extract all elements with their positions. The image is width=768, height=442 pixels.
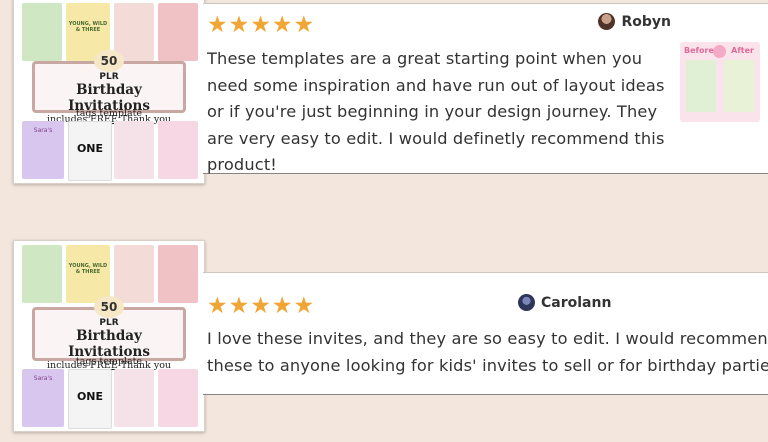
review-text: I love these invites, and they are so ea… bbox=[207, 329, 768, 375]
before-label: Before bbox=[684, 46, 714, 55]
product-image-2[interactable]: YOUNG, WILD & THREE 50 PLR Birthday Invi… bbox=[13, 240, 205, 432]
invitation-collage-bottom: Sara's ONE bbox=[22, 369, 202, 429]
reviewer-name: Robyn bbox=[621, 13, 671, 30]
product-image-1[interactable]: YOUNG, WILD & THREE 50 PLR Birthday Invi… bbox=[13, 0, 205, 184]
review-text: These templates are a great starting poi… bbox=[207, 49, 665, 174]
arrow-icon bbox=[713, 45, 726, 58]
product-banner: 50 PLR Birthday Invitations includes FRE… bbox=[32, 296, 186, 371]
plr-label: PLR bbox=[99, 72, 119, 82]
review-card-2: ★★★★★ Carolann I love these invites, and… bbox=[203, 272, 768, 395]
before-thumbnail bbox=[686, 60, 716, 112]
after-thumbnail bbox=[724, 60, 754, 112]
avatar bbox=[518, 294, 535, 311]
review-card-1: ★★★★★ Robyn These templates are a great … bbox=[203, 3, 768, 174]
plr-label: PLR bbox=[99, 318, 119, 328]
review-photo[interactable]: Before After bbox=[680, 42, 760, 122]
star-rating: ★★★★★ bbox=[207, 12, 316, 38]
wild-tile-text: YOUNG, WILD & THREE bbox=[68, 263, 108, 275]
product-subtitle-line2: tags template bbox=[75, 356, 143, 367]
one-tile-text: ONE bbox=[76, 142, 104, 155]
star-rating: ★★★★★ bbox=[207, 293, 316, 319]
reviewer-name: Carolann bbox=[541, 294, 612, 311]
count-badge: 50 bbox=[94, 296, 124, 318]
product-banner: 50 PLR Birthday Invitations includes FRE… bbox=[32, 50, 186, 125]
count-badge: 50 bbox=[94, 50, 124, 72]
name-tile-text: Sara's bbox=[33, 127, 53, 134]
reviewer[interactable]: Carolann bbox=[518, 294, 611, 311]
invitation-collage-bottom: Sara's ONE bbox=[22, 121, 202, 181]
reviewer[interactable]: Robyn bbox=[598, 13, 671, 30]
avatar bbox=[598, 13, 616, 30]
name-tile-text: Sara's bbox=[33, 375, 53, 382]
wild-tile-text: YOUNG, WILD & THREE bbox=[68, 21, 108, 33]
product-subtitle-line2: tags template bbox=[75, 108, 143, 119]
after-label: After bbox=[731, 46, 754, 55]
one-tile-text: ONE bbox=[76, 390, 104, 403]
